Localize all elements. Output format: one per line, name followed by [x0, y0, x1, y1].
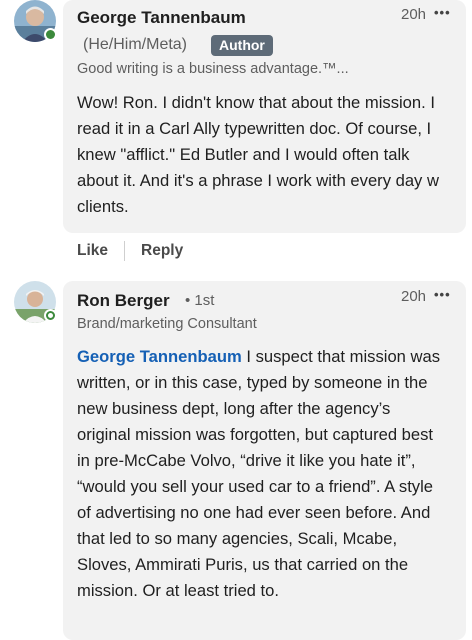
online-status-icon — [44, 28, 57, 41]
connection-degree: • 1st — [185, 292, 215, 309]
more-options-icon[interactable]: ••• — [434, 6, 451, 19]
more-options-icon[interactable]: ••• — [434, 288, 451, 301]
author-headline[interactable]: Good writing is a business advantage.™..… — [77, 61, 349, 77]
reply-button[interactable]: Reply — [141, 242, 183, 260]
comment-actions: Like Reply — [77, 240, 183, 262]
comment-bubble-1: George Tannenbaum (He/Him/Meta) Author G… — [63, 0, 466, 233]
comment-author[interactable]: Ron Berger — [77, 291, 170, 311]
author-headline[interactable]: Brand/marketing Consultant — [77, 316, 257, 332]
avatar-ron[interactable] — [14, 281, 57, 323]
actions-divider — [124, 241, 126, 261]
comment-time: 20h — [401, 6, 427, 23]
comment-text: George Tannenbaum I suspect that mission… — [77, 344, 442, 604]
comment-text-body: I suspect that mission was written, or i… — [77, 347, 441, 600]
avatar-george[interactable] — [14, 0, 57, 42]
author-pronouns: (He/Him/Meta) — [83, 36, 188, 53]
comment-time: 20h — [401, 288, 427, 305]
comment-text: Wow! Ron. I didn't know that about the m… — [77, 93, 439, 216]
online-status-icon — [44, 309, 57, 322]
mention-link[interactable]: George Tannenbaum — [77, 347, 242, 366]
author-badge: Author — [211, 35, 273, 56]
comment-author[interactable]: George Tannenbaum — [77, 8, 246, 28]
comment-bubble-2: Ron Berger • 1st Brand/marketing Consult… — [63, 281, 466, 640]
like-button[interactable]: Like — [77, 242, 108, 260]
